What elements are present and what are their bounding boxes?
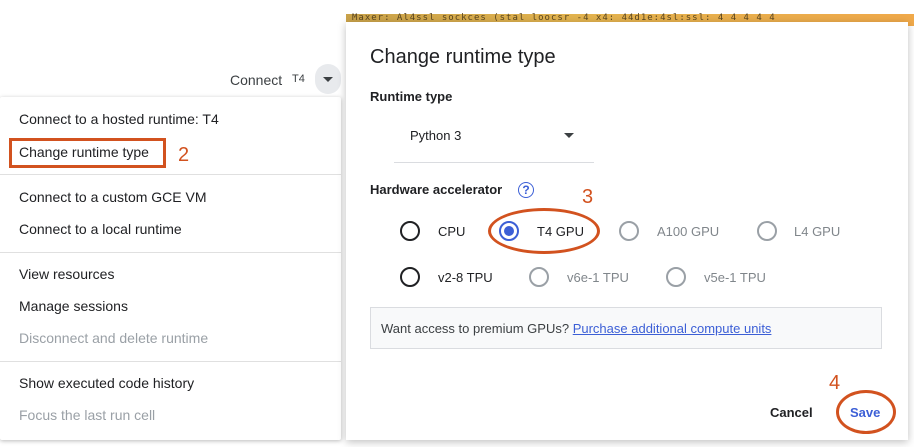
menu-divider — [0, 252, 341, 253]
chevron-down-icon — [323, 76, 333, 82]
menu-item-focus-last-run-cell: Focus the last run cell — [19, 407, 156, 423]
change-runtime-dialog: Change runtime type Runtime type Python … — [346, 22, 908, 440]
menu-item-executed-code-history[interactable]: Show executed code history — [19, 375, 194, 391]
radio-label-cpu: CPU — [438, 224, 466, 239]
hardware-accelerator-label: Hardware accelerator — [370, 182, 503, 197]
radio-label-a100-gpu: A100 GPU — [657, 224, 720, 239]
premium-banner-text: Want access to premium GPUs? Purchase ad… — [381, 321, 771, 336]
runtime-type-label: Runtime type — [370, 89, 453, 104]
radio-l4-gpu — [757, 221, 777, 241]
connect-dropdown-button[interactable] — [315, 64, 341, 94]
radio-label-v5e-1-tpu: v5e-1 TPU — [704, 270, 766, 285]
connect-label[interactable]: Connect — [230, 72, 282, 88]
premium-gpu-banner: Want access to premium GPUs? Purchase ad… — [370, 307, 882, 349]
menu-item-custom-gce-vm[interactable]: Connect to a custom GCE VM — [19, 189, 207, 205]
radio-v6e-1-tpu — [529, 267, 549, 287]
premium-question: Want access to premium GPUs? — [381, 321, 570, 336]
annotation-highlight-box — [9, 138, 166, 168]
annotation-step-2: 2 — [178, 144, 190, 166]
help-icon[interactable]: ? — [518, 182, 534, 198]
dialog-title: Change runtime type — [370, 46, 556, 68]
menu-item-connect-hosted[interactable]: Connect to a hosted runtime: T4 — [19, 111, 219, 127]
menu-divider — [0, 174, 341, 175]
connect-control[interactable]: Connect T4 — [220, 60, 345, 96]
menu-item-view-resources[interactable]: View resources — [19, 266, 114, 282]
annotation-step-3: 3 — [582, 186, 594, 208]
radio-a100-gpu — [619, 221, 639, 241]
purchase-compute-units-link[interactable]: Purchase additional compute units — [573, 321, 772, 336]
radio-label-v6e-1-tpu: v6e-1 TPU — [567, 270, 629, 285]
cancel-button[interactable]: Cancel — [770, 405, 813, 420]
annotation-ellipse-save — [836, 390, 896, 434]
annotation-ellipse-t4 — [488, 208, 600, 254]
screen: Connect T4 Connect to a hosted runtime: … — [0, 0, 914, 447]
menu-item-disconnect-delete: Disconnect and delete runtime — [19, 330, 209, 346]
menu-item-manage-sessions[interactable]: Manage sessions — [19, 298, 128, 314]
radio-v5e-1-tpu — [666, 267, 686, 287]
runtime-type-value: Python 3 — [410, 128, 462, 143]
chevron-down-icon — [564, 133, 574, 138]
annotation-step-4: 4 — [829, 372, 841, 394]
radio-v2-8-tpu[interactable] — [400, 267, 420, 287]
menu-item-local-runtime[interactable]: Connect to a local runtime — [19, 221, 182, 237]
radio-label-l4-gpu: L4 GPU — [794, 224, 841, 239]
menu-divider — [0, 361, 341, 362]
radio-cpu[interactable] — [400, 221, 420, 241]
runtime-type-select[interactable]: Python 3 — [394, 116, 594, 163]
radio-label-v2-8-tpu: v2-8 TPU — [438, 270, 493, 285]
runtime-badge: T4 — [292, 73, 305, 85]
